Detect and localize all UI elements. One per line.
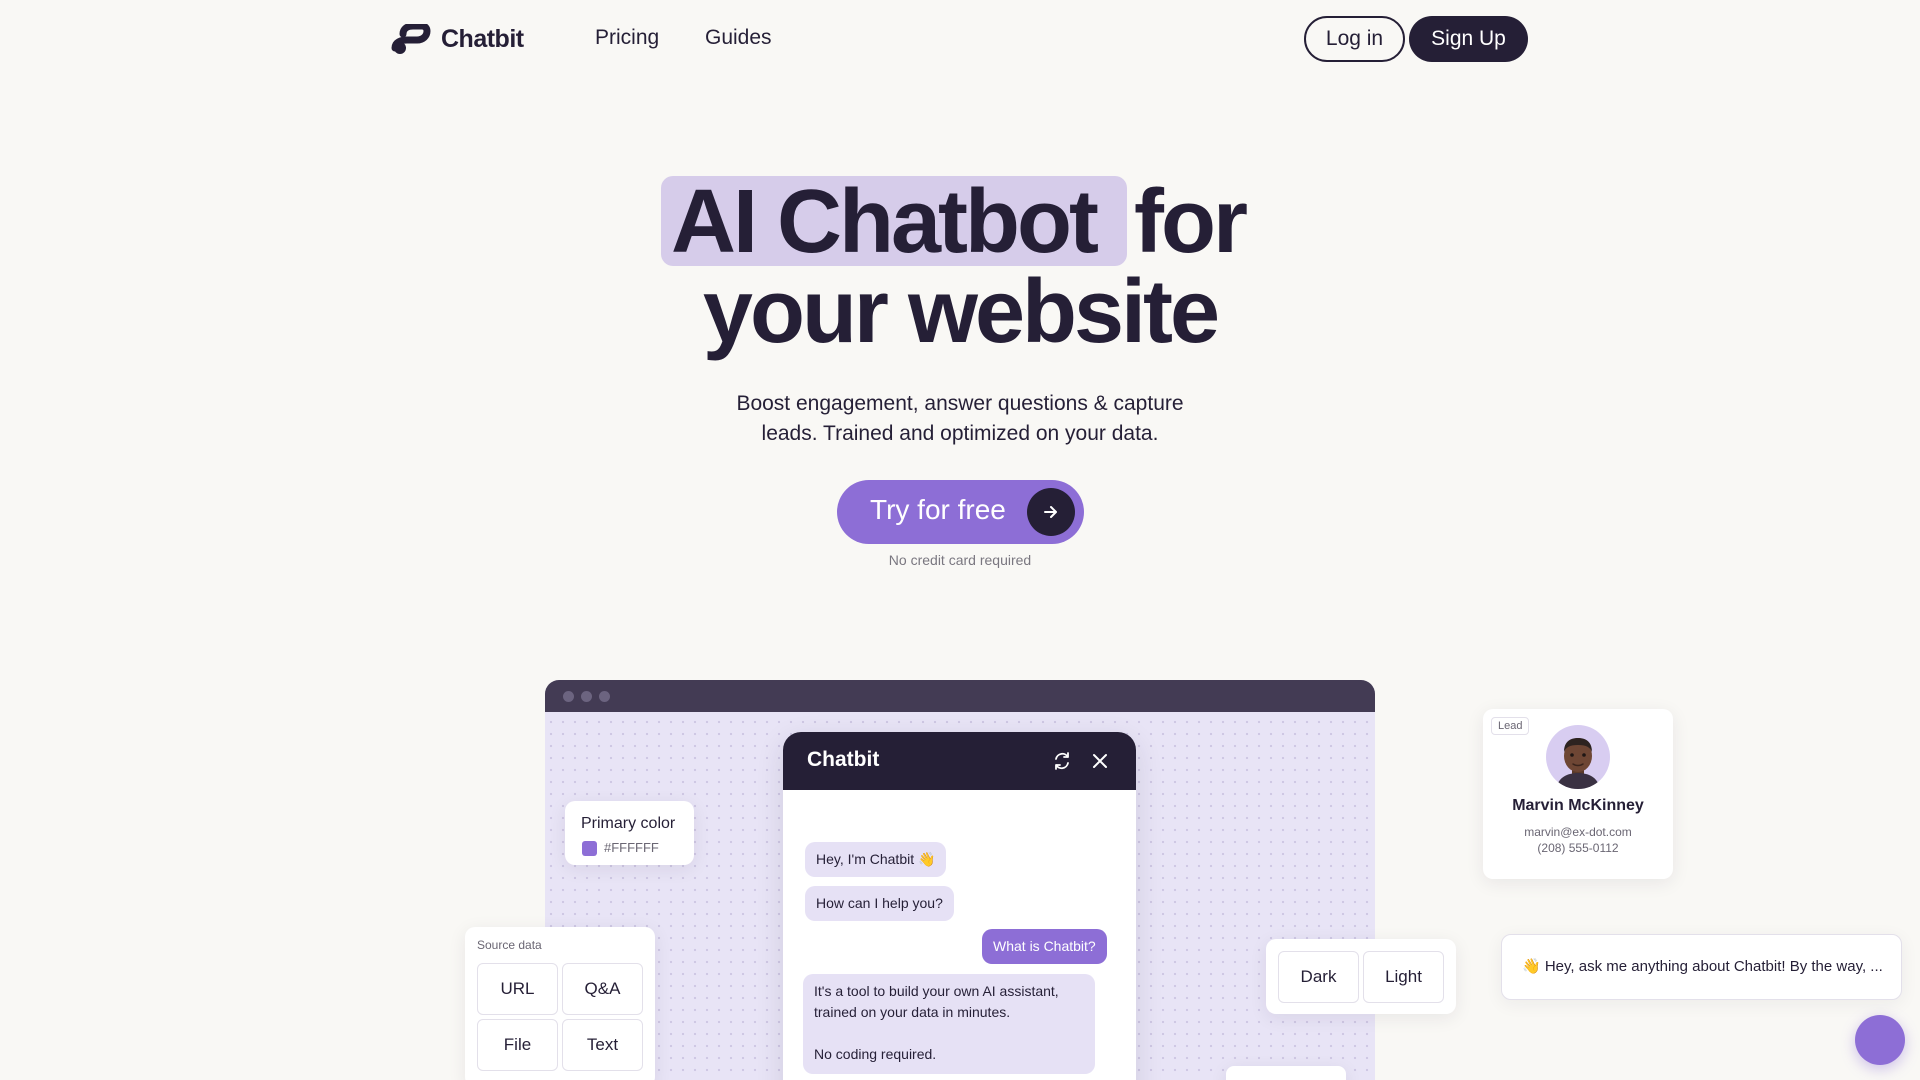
signup-button[interactable]: Sign Up [1409,16,1528,62]
lead-badge: Lead [1491,717,1530,735]
logo[interactable]: Chatbit [391,24,524,54]
chat-widget: Chatbit Hey, I'm Chatbit 👋 How can I hel… [783,732,1136,1080]
peek-card [1226,1066,1346,1080]
try-for-free-button[interactable]: Try for free [837,480,1084,544]
greeting-popup[interactable]: 👋 Hey, ask me anything about Chatbit! By… [1501,934,1902,1000]
hero-title-line1: AI Chatbot for [0,172,1920,272]
close-icon[interactable] [1089,750,1111,772]
browser-titlebar [545,680,1375,712]
window-dot [563,691,574,702]
chat-message-line: It's a tool to build your own AI assista… [814,983,1059,999]
hero-title-highlight: AI Chatbot [671,172,1099,272]
source-url-button[interactable]: URL [477,963,558,1015]
lead-name: Marvin McKinney [1512,797,1644,814]
hero-subtitle-line1: Boost engagement, answer questions & cap… [736,392,1184,415]
lead-card: Lead Marvin McKinney marvin@ex-dot.com (… [1483,709,1673,879]
theme-dark-button[interactable]: Dark [1278,951,1359,1003]
hero-subtitle-line2: leads. Trained and optimized on your dat… [761,422,1159,445]
hero-title-for: for [1134,172,1248,272]
theme-card: Dark Light [1266,939,1456,1014]
chat-message-bot: How can I help you? [805,886,954,921]
theme-light-button[interactable]: Light [1363,951,1444,1003]
chat-message-bot: It's a tool to build your own AI assista… [803,974,1095,1074]
cta-label: Try for free [870,494,1006,525]
chatbit-logo-icon [391,24,431,54]
cta-note: No credit card required [888,552,1032,568]
source-text-button[interactable]: Text [562,1019,643,1071]
avatar [1546,725,1610,789]
chat-title: Chatbit [807,748,880,771]
source-data-label: Source data [477,938,542,952]
lead-phone: (208) 555-0112 [1537,841,1619,855]
arrow-right-icon [1027,488,1075,536]
chat-launcher-button[interactable] [1855,1015,1905,1065]
nav-link-pricing[interactable]: Pricing [595,26,659,50]
hero-subtitle: Boost engagement, answer questions & cap… [660,389,1260,449]
hero-title-line2: your website [702,262,1220,362]
source-file-button[interactable]: File [477,1019,558,1071]
window-dot [599,691,610,702]
chat-message-user: What is Chatbit? [982,929,1107,964]
primary-color-card[interactable]: Primary color #FFFFFF [565,801,694,865]
source-data-card: Source data URL Q&A File Text [465,927,655,1080]
primary-color-value: #FFFFFF [604,840,659,855]
chat-message-line: No coding required. [814,1046,937,1062]
primary-color-label: Primary color [581,815,676,832]
nav-link-guides[interactable]: Guides [705,26,772,50]
greeting-text: 👋 Hey, ask me anything about Chatbit! By… [1522,958,1883,975]
lead-email: marvin@ex-dot.com [1524,825,1632,839]
window-dot [581,691,592,702]
chat-message-line: trained on your data in minutes. [814,1004,1011,1020]
color-swatch[interactable] [582,841,597,856]
logo-text: Chatbit [441,24,524,53]
login-button[interactable]: Log in [1304,16,1405,62]
chat-header: Chatbit [783,732,1136,790]
chat-message-bot: Hey, I'm Chatbit 👋 [805,842,947,877]
refresh-icon[interactable] [1051,750,1073,772]
source-qa-button[interactable]: Q&A [562,963,643,1015]
